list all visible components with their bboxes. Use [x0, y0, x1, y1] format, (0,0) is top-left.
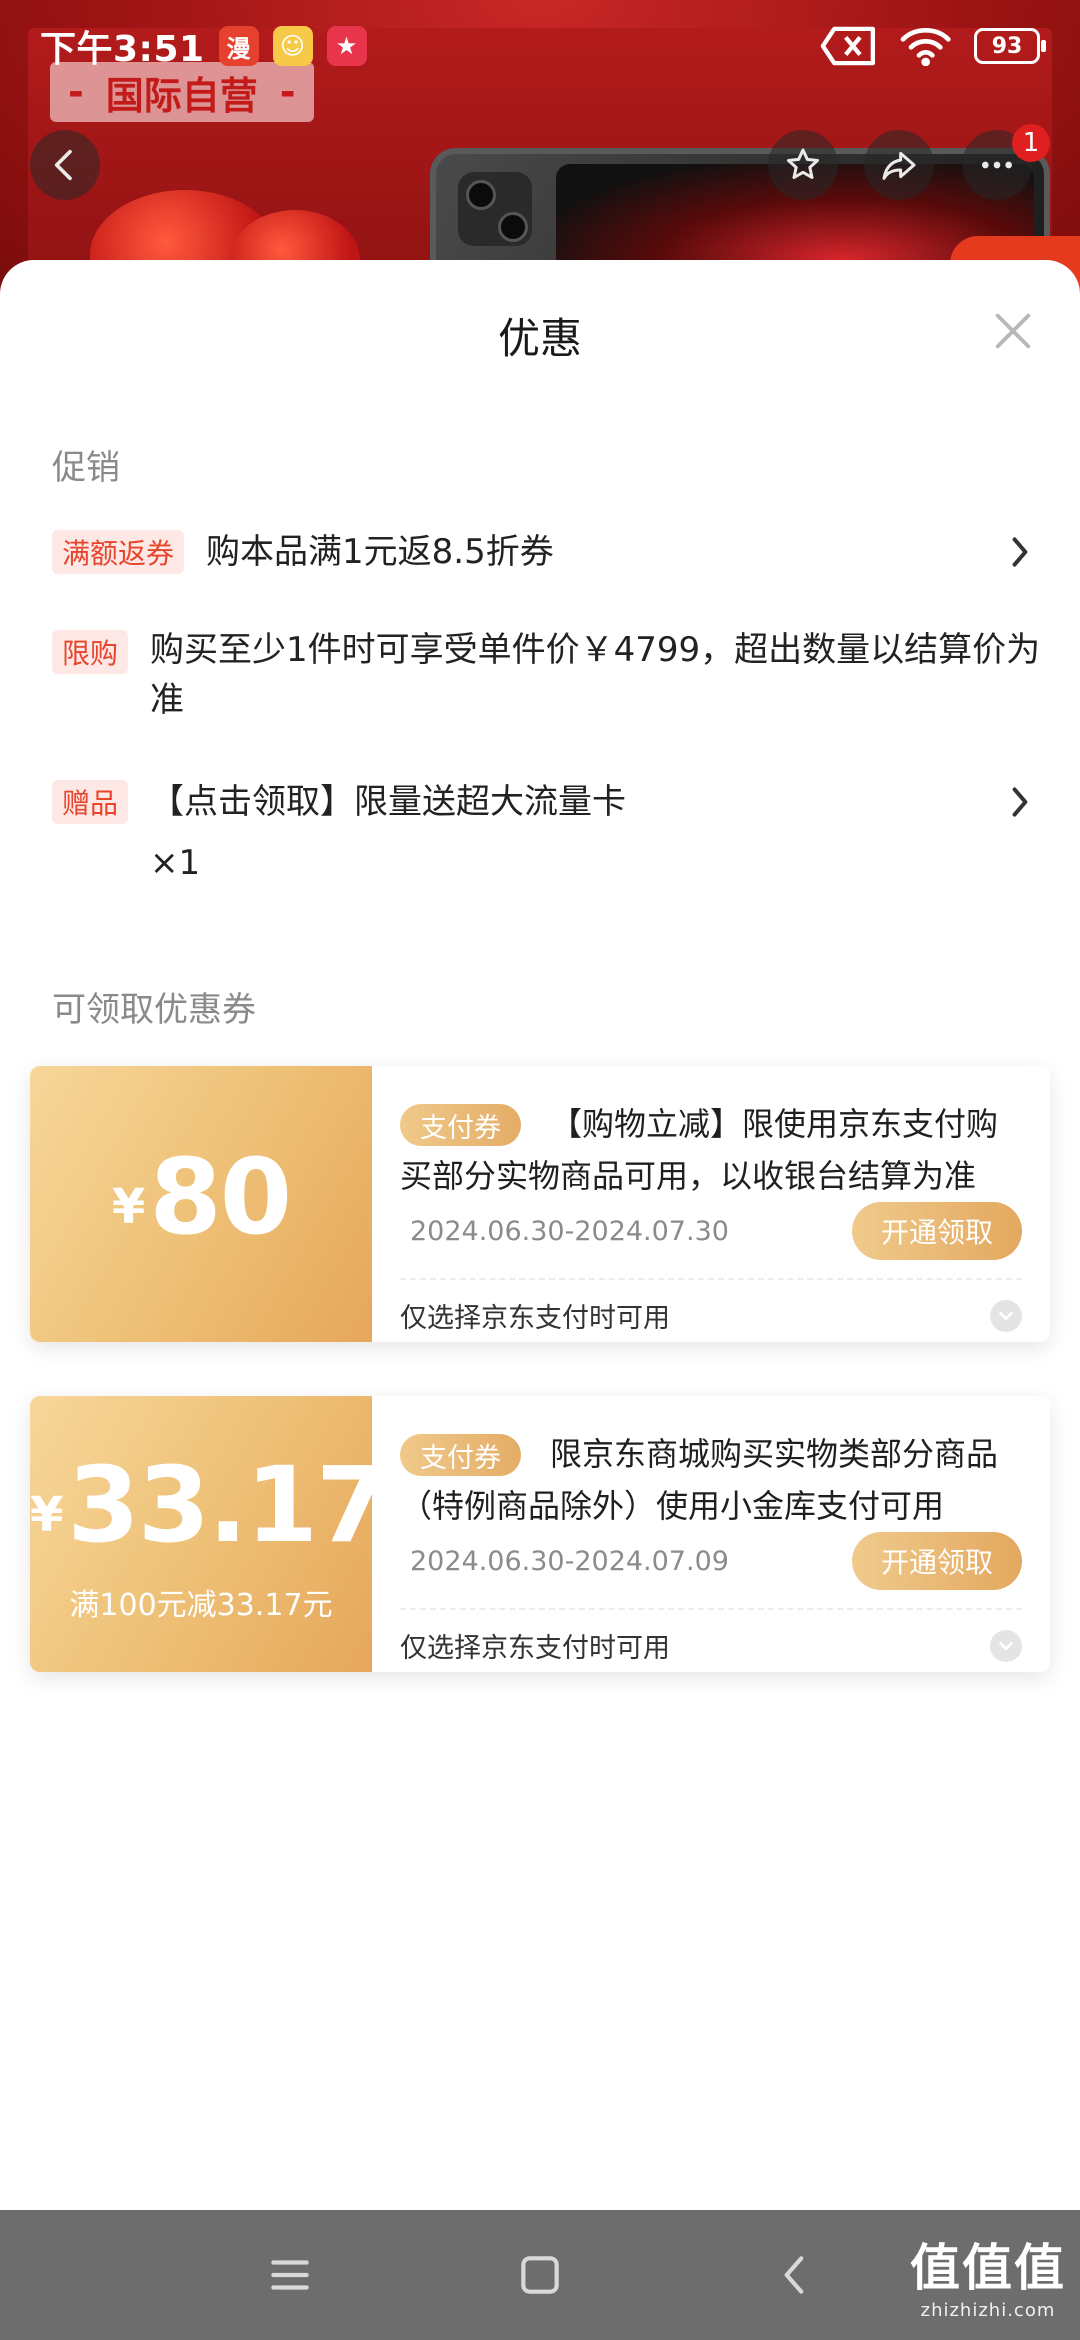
coupon-type-tag: 支付券 [400, 1104, 521, 1146]
share-button[interactable] [864, 130, 934, 200]
sim-off-icon [820, 26, 875, 66]
promotion-text: 【点击领取】限量送超大流量卡 [150, 782, 626, 822]
notification-badge: 1 [1012, 124, 1050, 162]
menu-icon[interactable] [265, 2250, 315, 2300]
watermark-logo: 值值值 [910, 2239, 1066, 2297]
promotion-item: 限购 购买至少1件时可享受单件价￥4799，超出数量以结算价为准 [52, 630, 1040, 730]
more-dots-icon [982, 161, 1012, 169]
chevron-down-icon [999, 1311, 1013, 1321]
discount-sheet: 优惠 促销 满额返券 购本品满1元返8.5折券 限购 购买至少1件时可享受单件价… [0, 260, 1080, 2210]
back-icon[interactable] [770, 2250, 820, 2300]
coupon-condition: 满100元减33.17元 [69, 1588, 333, 1623]
coupon-card[interactable]: ¥80 【购物立减】限使用京东支付购买部分实物商品可用，以收银台结算为准 支付券… [30, 1066, 1050, 1342]
coupon-amount-panel: ¥80 [30, 1066, 372, 1342]
status-app-icons: 漫 ☺ ★ [218, 26, 367, 66]
battery-icon: 93 [974, 28, 1046, 64]
promotion-tag: 赠品 [52, 780, 129, 824]
home-icon[interactable] [515, 2250, 565, 2300]
promotion-text: 购本品满1元返8.5折券 [206, 532, 554, 572]
cartoon-app-icon: ☺ [272, 26, 313, 66]
coupon-amount-value: 33.17 [67, 1444, 388, 1566]
promotion-item[interactable]: 赠品 【点击领取】限量送超大流量卡 ×1 [52, 780, 1032, 890]
coupon-date-range: 2024.06.30-2024.07.09 [410, 1546, 729, 1577]
coupon-section-title: 可领取优惠券 [52, 990, 256, 1030]
wifi-icon [900, 28, 951, 66]
red-app-icon: ★ [326, 26, 367, 66]
promotion-item[interactable]: 满额返券 购本品满1元返8.5折券 [52, 530, 1032, 580]
coupon-note: 仅选择京东支付时可用 [400, 1303, 670, 1334]
manga-app-icon: 漫 [218, 26, 259, 66]
back-button[interactable] [30, 130, 100, 200]
currency-symbol: ¥ [30, 1487, 64, 1543]
sheet-title: 优惠 [497, 314, 582, 363]
battery-level: 93 [991, 33, 1023, 59]
claim-coupon-button[interactable]: 开通领取 [852, 1532, 1022, 1590]
watermark: 值值值 zhizhizhi.com [910, 2228, 1066, 2321]
close-icon[interactable] [990, 308, 1036, 354]
coupon-amount-panel: ¥33.17 满100元减33.17元 [30, 1396, 388, 1672]
expand-button[interactable] [990, 1300, 1022, 1332]
chevron-right-icon [1012, 787, 1028, 817]
currency-symbol: ¥ [111, 1179, 146, 1235]
status-bar: 下午3:51 漫 ☺ ★ 93 [0, 0, 1080, 92]
star-icon [787, 148, 819, 179]
coupon-card[interactable]: ¥33.17 满100元减33.17元 限京东商城购买实物类部分商品（特例商品除… [30, 1396, 1050, 1672]
coupon-amount: ¥80 [30, 1136, 372, 1258]
chevron-down-icon [999, 1641, 1013, 1651]
status-time: 下午3:51 [40, 29, 205, 70]
coupon-note: 仅选择京东支付时可用 [400, 1633, 670, 1664]
promotion-text: 购买至少1件时可享受单件价￥4799，超出数量以结算价为准 [150, 630, 1041, 720]
favorite-button[interactable] [768, 130, 838, 200]
coupon-type-tag: 支付券 [400, 1434, 521, 1476]
expand-button[interactable] [990, 1630, 1022, 1662]
promotion-section-title: 促销 [52, 448, 120, 488]
chevron-right-icon [1012, 537, 1028, 567]
system-nav-bar: 值值值 zhizhizhi.com [0, 2210, 1080, 2340]
share-icon [882, 151, 916, 180]
watermark-url: zhizhizhi.com [920, 2300, 1056, 2321]
promotion-tag: 限购 [52, 630, 129, 674]
coupon-amount-value: 80 [149, 1136, 292, 1258]
divider [400, 1608, 1022, 1610]
divider [400, 1278, 1022, 1280]
promotion-quantity: ×1 [150, 843, 201, 883]
chevron-left-icon [54, 149, 72, 181]
claim-coupon-button[interactable]: 开通领取 [852, 1202, 1022, 1260]
coupon-amount: ¥33.17 [30, 1444, 388, 1566]
coupon-date-range: 2024.06.30-2024.07.30 [410, 1216, 729, 1247]
promotion-tag: 满额返券 [52, 530, 185, 574]
